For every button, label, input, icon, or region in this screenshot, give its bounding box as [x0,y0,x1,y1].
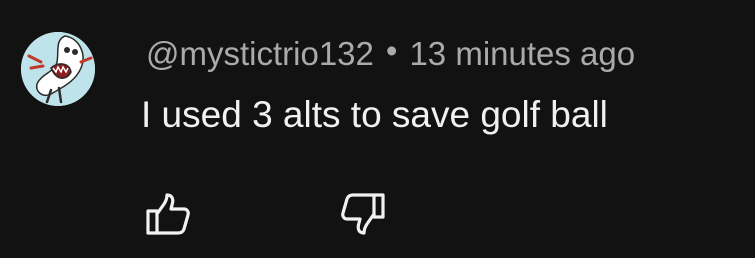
comment: @mystictrio132 • 13 minutes ago I used 3 a… [0,0,755,258]
comment-author[interactable]: @mystictrio132 [146,35,374,72]
thumb-down-icon [341,193,385,235]
avatar[interactable] [21,32,95,106]
meta-separator: • [385,32,398,69]
thumb-up-icon [146,193,190,235]
comment-text: I used 3 alts to save golf ball [141,94,608,135]
comment-meta: @mystictrio132 • 13 minutes ago [146,32,635,74]
dislike-button[interactable] [339,190,387,238]
like-button[interactable] [144,190,192,238]
avatar-cartoon-icon [21,32,95,106]
comment-time[interactable]: 13 minutes ago [409,35,635,72]
